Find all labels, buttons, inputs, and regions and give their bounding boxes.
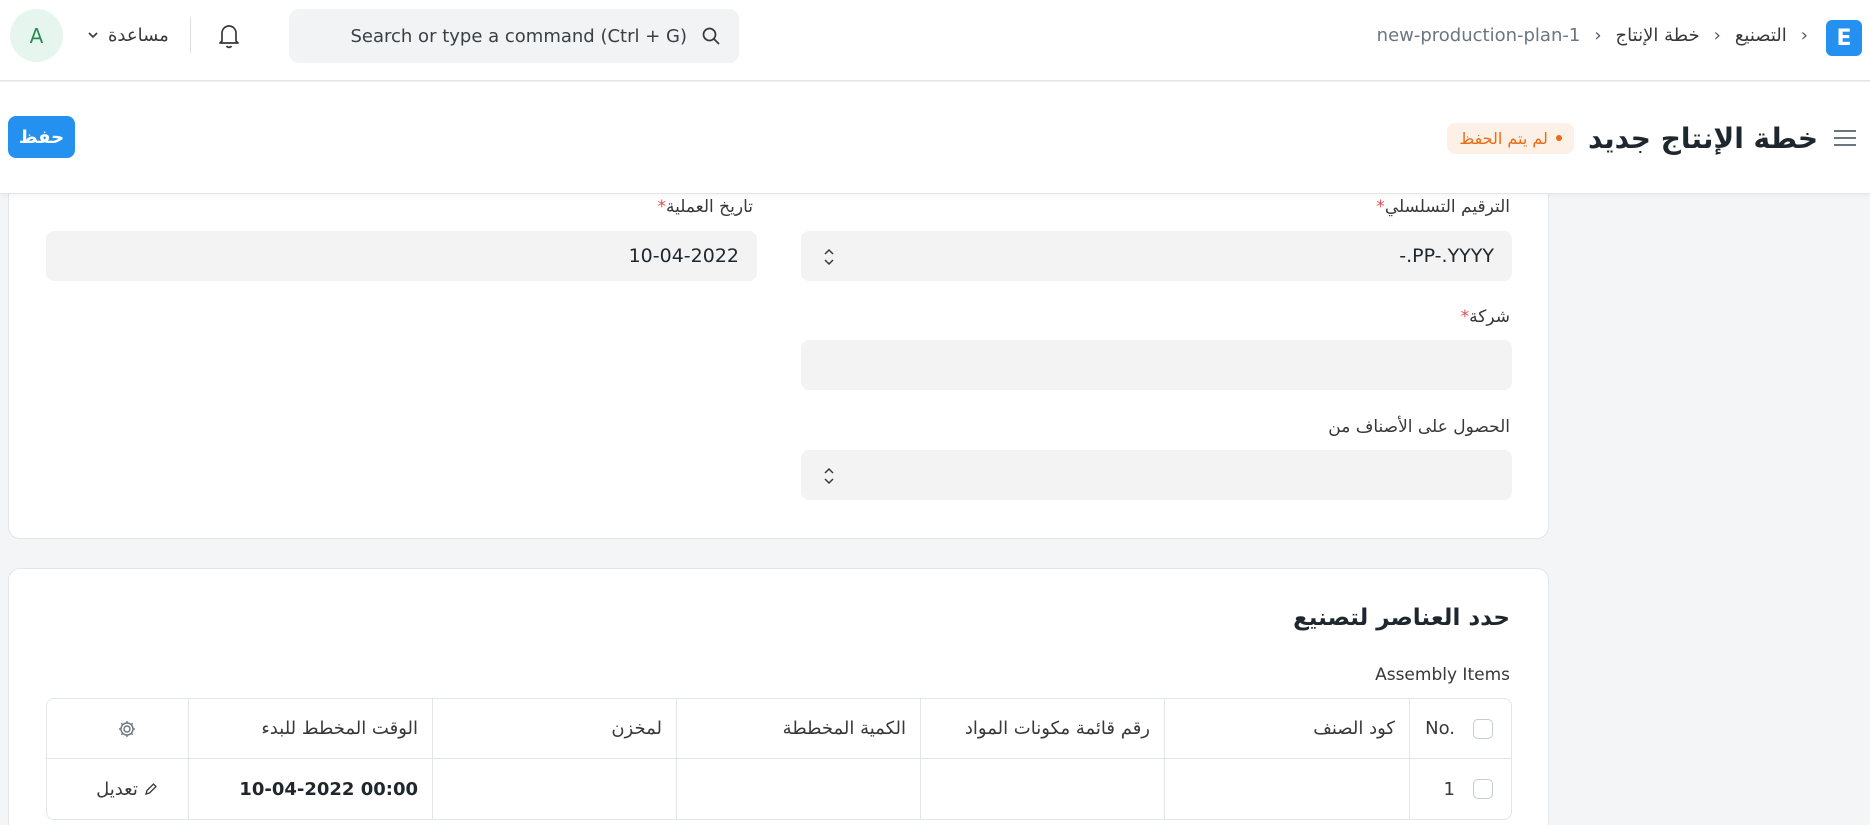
row-warehouse[interactable] bbox=[432, 759, 676, 819]
required-mark: * bbox=[1460, 307, 1470, 327]
row-no: 1 bbox=[1409, 759, 1455, 819]
header-checkbox-cell bbox=[1455, 699, 1511, 758]
select-all-checkbox[interactable] bbox=[1473, 718, 1493, 739]
updown-icon bbox=[824, 467, 834, 485]
row-checkbox-cell bbox=[1455, 759, 1511, 819]
pencil-icon bbox=[144, 783, 157, 795]
required-mark: * bbox=[657, 197, 666, 217]
row-bom-no[interactable] bbox=[920, 759, 1164, 819]
naming-series-select[interactable]: -.PP-.YYYY bbox=[801, 231, 1512, 281]
breadcrumb: new-production-plan-1 › خطة الإنتاج › ال… bbox=[1377, 20, 1808, 50]
help-label: مساعدة bbox=[108, 24, 169, 46]
bell-icon[interactable] bbox=[215, 20, 243, 50]
navbar-divider bbox=[190, 17, 191, 53]
header-planned-qty: الكمية المخططة bbox=[676, 699, 920, 758]
save-button[interactable]: حفظ bbox=[8, 116, 75, 158]
help-dropdown[interactable]: مساعدة bbox=[86, 20, 169, 50]
get-items-from-select[interactable] bbox=[801, 450, 1512, 500]
page-header: حفظ لم يتم الحفظ خطة الإنتاج جديد bbox=[0, 82, 1870, 194]
get-items-from-label: الحصول على الأصناف من bbox=[1328, 417, 1510, 437]
section-title: حدد العناصر لتصنيع bbox=[1293, 605, 1510, 631]
row-edit-button[interactable]: تعديل bbox=[66, 759, 188, 819]
avatar-initial: A bbox=[29, 23, 44, 48]
header-item-code: كود الصنف bbox=[1164, 699, 1409, 758]
edit-label: تعديل bbox=[96, 778, 138, 800]
grid-label: Assembly Items bbox=[1375, 665, 1510, 685]
posting-date-input[interactable]: 10-04-2022 bbox=[46, 231, 757, 281]
row-item-code[interactable] bbox=[1164, 759, 1409, 819]
row-checkbox[interactable] bbox=[1473, 779, 1493, 799]
header-planned-start: الوقت المخطط للبدء bbox=[188, 699, 432, 758]
breadcrumb-separator: › bbox=[1800, 24, 1808, 46]
row-planned-start[interactable]: 10-04-2022 00:00 bbox=[188, 759, 432, 819]
header-warehouse: لمخزن bbox=[432, 699, 676, 758]
company-label: *شركة bbox=[1460, 307, 1510, 327]
posting-date-label: *تاريخ العملية bbox=[657, 197, 753, 217]
search-icon bbox=[702, 27, 720, 45]
required-mark: * bbox=[1376, 197, 1385, 217]
status-text: لم يتم الحفظ bbox=[1459, 128, 1548, 148]
assembly-items-card: حدد العناصر لتصنيع Assembly Items No. كو… bbox=[8, 568, 1549, 825]
updown-icon bbox=[824, 248, 834, 266]
app-logo[interactable]: E bbox=[1826, 20, 1862, 56]
user-avatar[interactable]: A bbox=[10, 9, 63, 62]
search-input[interactable] bbox=[327, 25, 687, 47]
naming-series-label: *الترقيم التسلسلي bbox=[1376, 197, 1510, 217]
page-title: خطة الإنتاج جديد bbox=[1587, 121, 1818, 155]
header-no: No. bbox=[1409, 699, 1455, 758]
header-bom-no: رقم قائمة مكونات المواد bbox=[920, 699, 1164, 758]
status-badge: لم يتم الحفظ bbox=[1447, 122, 1574, 154]
search-bar[interactable] bbox=[289, 9, 739, 63]
breadcrumb-separator: › bbox=[1594, 24, 1602, 46]
posting-date-value: 10-04-2022 bbox=[628, 245, 739, 267]
assembly-items-grid: No. كود الصنف رقم قائمة مكونات المواد ال… bbox=[46, 698, 1512, 820]
hamburger-icon[interactable] bbox=[1832, 127, 1858, 149]
company-input[interactable] bbox=[801, 340, 1512, 390]
chevron-down-icon bbox=[88, 32, 98, 39]
form-card: *الترقيم التسلسلي -.PP-.YYYY *تاريخ العم… bbox=[8, 160, 1549, 539]
breadcrumb-manufacturing[interactable]: التصنيع bbox=[1735, 25, 1787, 46]
table-row[interactable]: 1 10-04-2022 00:00 تعديل bbox=[47, 759, 1511, 819]
title-area: لم يتم الحفظ خطة الإنتاج جديد bbox=[1447, 116, 1858, 160]
header-settings-cell bbox=[66, 699, 188, 758]
navbar: A مساعدة new-production-plan-1 › خطة الإ… bbox=[0, 0, 1870, 81]
breadcrumb-separator: › bbox=[1713, 24, 1721, 46]
naming-series-value: -.PP-.YYYY bbox=[1399, 245, 1494, 267]
status-dot bbox=[1555, 135, 1562, 141]
breadcrumb-current: new-production-plan-1 bbox=[1376, 24, 1581, 46]
breadcrumb-production-plan[interactable]: خطة الإنتاج bbox=[1616, 25, 1700, 46]
row-planned-qty[interactable] bbox=[676, 759, 920, 819]
grid-header-row: No. كود الصنف رقم قائمة مكونات المواد ال… bbox=[47, 699, 1511, 759]
gear-icon[interactable] bbox=[117, 719, 137, 739]
app-logo-letter: E bbox=[1836, 25, 1852, 51]
